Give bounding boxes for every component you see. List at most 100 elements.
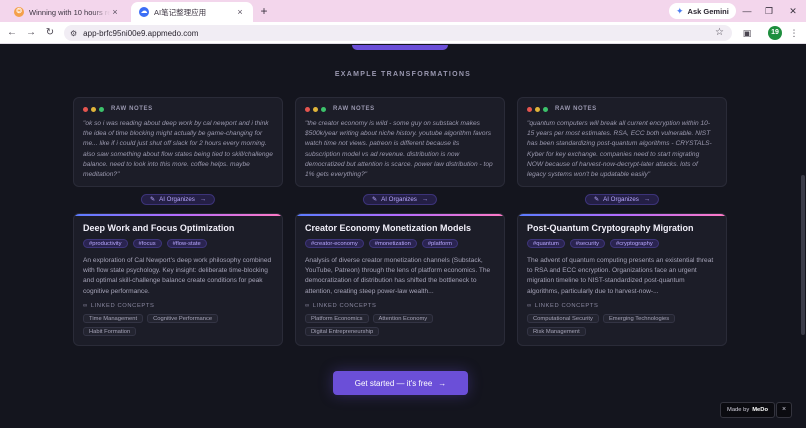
link-icon: ∞ <box>83 303 88 309</box>
page-scrollbar[interactable] <box>800 45 806 428</box>
concept-chip: Platform Economics <box>305 314 369 323</box>
sparkle-icon: ✎ <box>593 196 600 203</box>
tab-title: AI笔记整理应用 <box>154 7 207 17</box>
note-tag: #focus <box>132 239 162 248</box>
arrow-right-icon: → <box>421 196 429 203</box>
link-icon: ∞ <box>527 303 532 309</box>
hero-button-partial[interactable] <box>352 45 448 50</box>
ai-organizes-label: AI Organizes <box>159 196 195 203</box>
arrow-right-icon: → <box>643 196 651 203</box>
scrollbar-thumb[interactable] <box>801 175 805 335</box>
example-column-2: RAW NOTES "the creator economy is wild -… <box>295 97 505 346</box>
green-dot-icon <box>321 106 326 112</box>
sparkle-icon: ✎ <box>371 196 378 203</box>
raw-notes-text: "ok so i was reading about deep work by … <box>83 120 273 179</box>
address-bar[interactable]: ⚙ app-brfc95ni00e9.appmedo.com ☆ <box>64 25 732 41</box>
get-started-label: Get started — it's free <box>354 378 433 388</box>
ai-organizes-badge: ✎ AI Organizes → <box>140 194 216 205</box>
note-tag: #quantum <box>527 239 565 248</box>
note-tag: #security <box>569 239 605 248</box>
green-dot-icon <box>543 106 548 112</box>
yellow-dot-icon <box>535 106 540 112</box>
made-by-label: Made by <box>726 407 750 413</box>
tab-title: Winning with 10 hours remaining <box>29 7 110 17</box>
green-dot-icon <box>99 106 104 112</box>
tab-ai-notes[interactable]: ☁ AI笔记整理应用 × <box>131 2 253 22</box>
favicon-icon: ☁ <box>139 7 149 17</box>
note-title: Post-Quantum Cryptography Migration <box>527 223 694 233</box>
forward-arrow-icon[interactable]: → <box>24 26 38 40</box>
get-started-button[interactable]: Get started — it's free → <box>333 371 468 395</box>
raw-notes-text: "the creator economy is wild - some guy … <box>305 120 493 179</box>
bookmark-star-icon[interactable]: ☆ <box>715 27 724 38</box>
red-dot-icon <box>83 106 88 112</box>
note-summary: Analysis of diverse creator monetization… <box>305 257 491 295</box>
yellow-dot-icon <box>313 106 318 112</box>
note-tag: #cryptography <box>610 239 659 248</box>
ai-organizes-badge: ✎ AI Organizes → <box>362 194 438 205</box>
note-summary: The advent of quantum computing presents… <box>527 257 714 295</box>
ai-organizes-label: AI Organizes <box>603 196 639 203</box>
tab-winning[interactable]: ❂ Winning with 10 hours remaining × <box>6 2 128 22</box>
raw-notes-label: RAW NOTES <box>333 106 375 112</box>
ai-organizes-label: AI Organizes <box>381 196 417 203</box>
red-dot-icon <box>527 106 532 112</box>
concept-chip: Emerging Technologies <box>602 314 676 323</box>
close-tab-icon[interactable]: × <box>110 7 120 17</box>
linked-concepts-label: LINKED CONCEPTS <box>534 303 599 309</box>
concept-chip: Risk Management <box>527 327 586 336</box>
extension-icon[interactable]: ▣ <box>740 26 754 40</box>
raw-notes-card: RAW NOTES "the creator economy is wild -… <box>295 97 505 187</box>
gemini-spark-icon: ✦ <box>676 5 684 16</box>
note-title: Deep Work and Focus Optimization <box>83 223 235 233</box>
minimize-icon[interactable]: — <box>740 4 754 18</box>
link-icon: ∞ <box>305 303 310 309</box>
concept-chip: Time Management <box>83 314 144 323</box>
arrow-right-icon: → <box>438 378 447 388</box>
note-tag: #platform <box>421 239 458 248</box>
linked-concepts-label: LINKED CONCEPTS <box>90 303 155 309</box>
example-column-1: RAW NOTES "ok so i was reading about dee… <box>73 97 283 346</box>
example-column-3: RAW NOTES "quantum computers will break … <box>517 97 727 346</box>
close-window-icon[interactable]: ✕ <box>786 4 800 18</box>
note-tag: #monetization <box>368 239 417 248</box>
raw-notes-card: RAW NOTES "quantum computers will break … <box>517 97 727 187</box>
concept-chip: Habit Formation <box>83 327 137 336</box>
raw-notes-text: "quantum computers will break all curren… <box>527 120 712 179</box>
url-text: app-brfc95ni00e9.appmedo.com <box>83 28 199 38</box>
note-tag: #creator-economy <box>305 239 364 248</box>
organized-note-card: Deep Work and Focus Optimization #produc… <box>73 213 283 346</box>
new-tab-button[interactable]: + <box>257 4 271 18</box>
menu-kebab-icon[interactable]: ⋮ <box>787 26 801 40</box>
favicon-icon: ❂ <box>14 7 24 17</box>
raw-notes-card: RAW NOTES "ok so i was reading about dee… <box>73 97 283 187</box>
ask-gemini-label: Ask Gemini <box>687 6 729 16</box>
profile-avatar[interactable]: 19 <box>768 26 782 40</box>
medo-logo: MeDo <box>752 407 768 413</box>
ai-organizes-badge: ✎ AI Organizes → <box>584 194 660 205</box>
concept-chip: Computational Security <box>527 314 599 323</box>
raw-notes-label: RAW NOTES <box>111 106 153 112</box>
site-info-icon[interactable]: ⚙ <box>70 29 77 38</box>
raw-notes-label: RAW NOTES <box>555 106 597 112</box>
made-by-badge[interactable]: Made by MeDo <box>720 402 775 418</box>
restore-icon[interactable]: ❐ <box>762 4 776 18</box>
reload-icon[interactable]: ↻ <box>43 26 57 40</box>
red-dot-icon <box>305 106 310 112</box>
close-tab-icon[interactable]: × <box>235 7 245 17</box>
close-badge-icon[interactable]: × <box>776 402 792 418</box>
arrow-right-icon: → <box>199 196 207 203</box>
note-title: Creator Economy Monetization Models <box>305 223 472 233</box>
section-heading: EXAMPLE TRANSFORMATIONS <box>334 71 472 78</box>
sparkle-icon: ✎ <box>149 196 156 203</box>
page-content: EXAMPLE TRANSFORMATIONS RAW NOTES "ok so… <box>0 45 806 428</box>
back-arrow-icon[interactable]: ← <box>5 26 19 40</box>
concept-chip: Cognitive Performance <box>147 314 219 323</box>
note-tag: #flow-state <box>166 239 207 248</box>
browser-toolbar: ← → ↻ ⚙ app-brfc95ni00e9.appmedo.com ☆ ▣… <box>0 22 806 44</box>
ask-gemini-button[interactable]: ✦ Ask Gemini <box>669 3 736 19</box>
organized-note-card: Creator Economy Monetization Models #cre… <box>295 213 505 346</box>
concept-chip: Digital Entrepreneurship <box>305 327 380 336</box>
note-summary: An exploration of Cal Newport's deep wor… <box>83 257 272 295</box>
browser-tab-bar: ❂ Winning with 10 hours remaining × ☁ AI… <box>0 0 806 22</box>
